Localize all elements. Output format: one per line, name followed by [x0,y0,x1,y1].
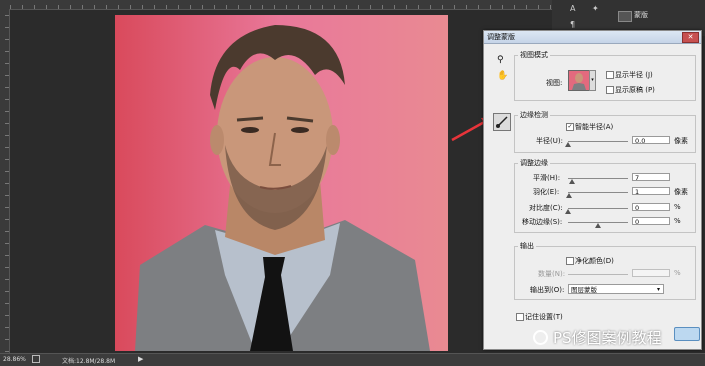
amount-input[interactable] [632,269,670,277]
chevron-down-icon: ▾ [656,286,660,293]
remember-checkbox[interactable] [516,313,524,321]
show-radius-checkbox[interactable] [606,71,614,79]
status-arrow-icon[interactable]: ▶ [138,355,143,363]
view-mode-group [514,55,696,101]
dialog-title: 调整蒙版 [487,33,515,41]
dialog-titlebar[interactable]: 调整蒙版 ✕ [484,31,701,44]
watermark-logo-icon [533,330,548,345]
output-to-label: 输出到(O): [530,286,565,294]
remember-label: 记住设置(T) [525,313,563,321]
vertical-ruler [0,9,10,353]
edge-detection-title: 边缘检测 [518,110,550,120]
zoom-tool-icon[interactable]: ⚲ [497,55,504,65]
mask-label[interactable]: 蒙版 [634,10,648,20]
amount-label: 数量(N): [538,270,566,278]
output-to-select[interactable]: 图层蒙版 ▾ [568,284,664,294]
amount-unit: % [674,269,681,277]
close-icon[interactable]: ✕ [682,32,699,43]
doc-info: 文档:12.8M/28.8M [62,358,116,365]
show-radius-label: 显示半径 (J) [615,71,653,79]
hand-tool-icon[interactable]: ✋ [497,71,508,81]
show-original-checkbox[interactable] [606,86,614,94]
horizontal-ruler [0,0,560,10]
shift-edge-slider[interactable] [568,222,628,228]
show-original-label: 显示原稿 (P) [615,86,655,94]
adjust-edge-title: 调整边缘 [518,158,550,168]
zoom-level[interactable]: 28.86% [3,356,26,363]
portrait-illustration [115,15,448,351]
ok-button[interactable] [674,327,700,341]
shift-edge-unit: % [674,217,681,225]
view-mode-title: 视图模式 [518,50,550,60]
radius-unit: 像素 [674,137,688,145]
status-bar: 28.86% 文档:12.8M/28.8M ▶ [0,353,705,366]
edge-detection-group [514,115,696,153]
refine-radius-tool-icon[interactable] [493,113,511,131]
contrast-slider-thumb[interactable] [565,209,571,214]
amount-slider[interactable] [568,274,628,275]
star-icon[interactable]: ✦ [592,4,599,13]
status-icon[interactable] [32,355,40,363]
mask-icon[interactable] [618,11,632,22]
radius-label: 半径(U): [536,137,563,145]
contrast-slider[interactable] [565,208,628,214]
watermark-text: PS修图案例教程 [553,329,662,347]
smooth-input[interactable]: 7 [632,173,670,182]
smooth-slider-thumb[interactable] [569,179,576,184]
feather-slider[interactable] [566,192,628,198]
text-tool-icon[interactable]: A [570,4,579,13]
contrast-label: 对比度(C): [529,204,563,212]
shift-edge-input[interactable]: 0 [632,217,670,226]
feather-label: 羽化(E): [533,188,560,196]
decontaminate-label: 净化颜色(D) [575,257,614,265]
contrast-unit: % [674,203,681,211]
radius-slider-thumb[interactable] [565,142,571,147]
contrast-input[interactable]: 0 [632,203,670,212]
radius-slider[interactable] [565,141,628,147]
radius-input[interactable]: 0.0 [632,136,670,145]
view-thumbnail[interactable] [568,70,590,91]
smart-radius-label: 智能半径(A) [575,123,614,131]
output-to-value: 图层蒙版 [571,286,597,294]
shift-edge-slider-thumb[interactable] [595,223,601,228]
view-label: 视图: [546,79,563,87]
feather-unit: 像素 [674,188,688,196]
decontaminate-checkbox[interactable] [566,257,574,265]
smooth-slider[interactable] [568,178,628,184]
feather-input[interactable]: 1 [632,187,670,196]
smart-radius-checkbox[interactable]: ✓ [566,123,574,131]
output-title: 输出 [518,241,536,251]
refine-mask-dialog: 调整蒙版 ✕ ⚲ ✋ 视图模式 视图: ▾ 显示半径 (J) 显示原稿 (P) … [483,30,702,350]
canvas-photo [115,15,448,351]
view-dropdown-chevron-icon[interactable]: ▾ [589,70,596,91]
paragraph-icon[interactable]: ¶ [570,20,579,29]
shift-edge-label: 移动边缘(S): [522,218,563,226]
feather-slider-thumb[interactable] [566,193,573,198]
smooth-label: 平滑(H): [533,174,561,182]
